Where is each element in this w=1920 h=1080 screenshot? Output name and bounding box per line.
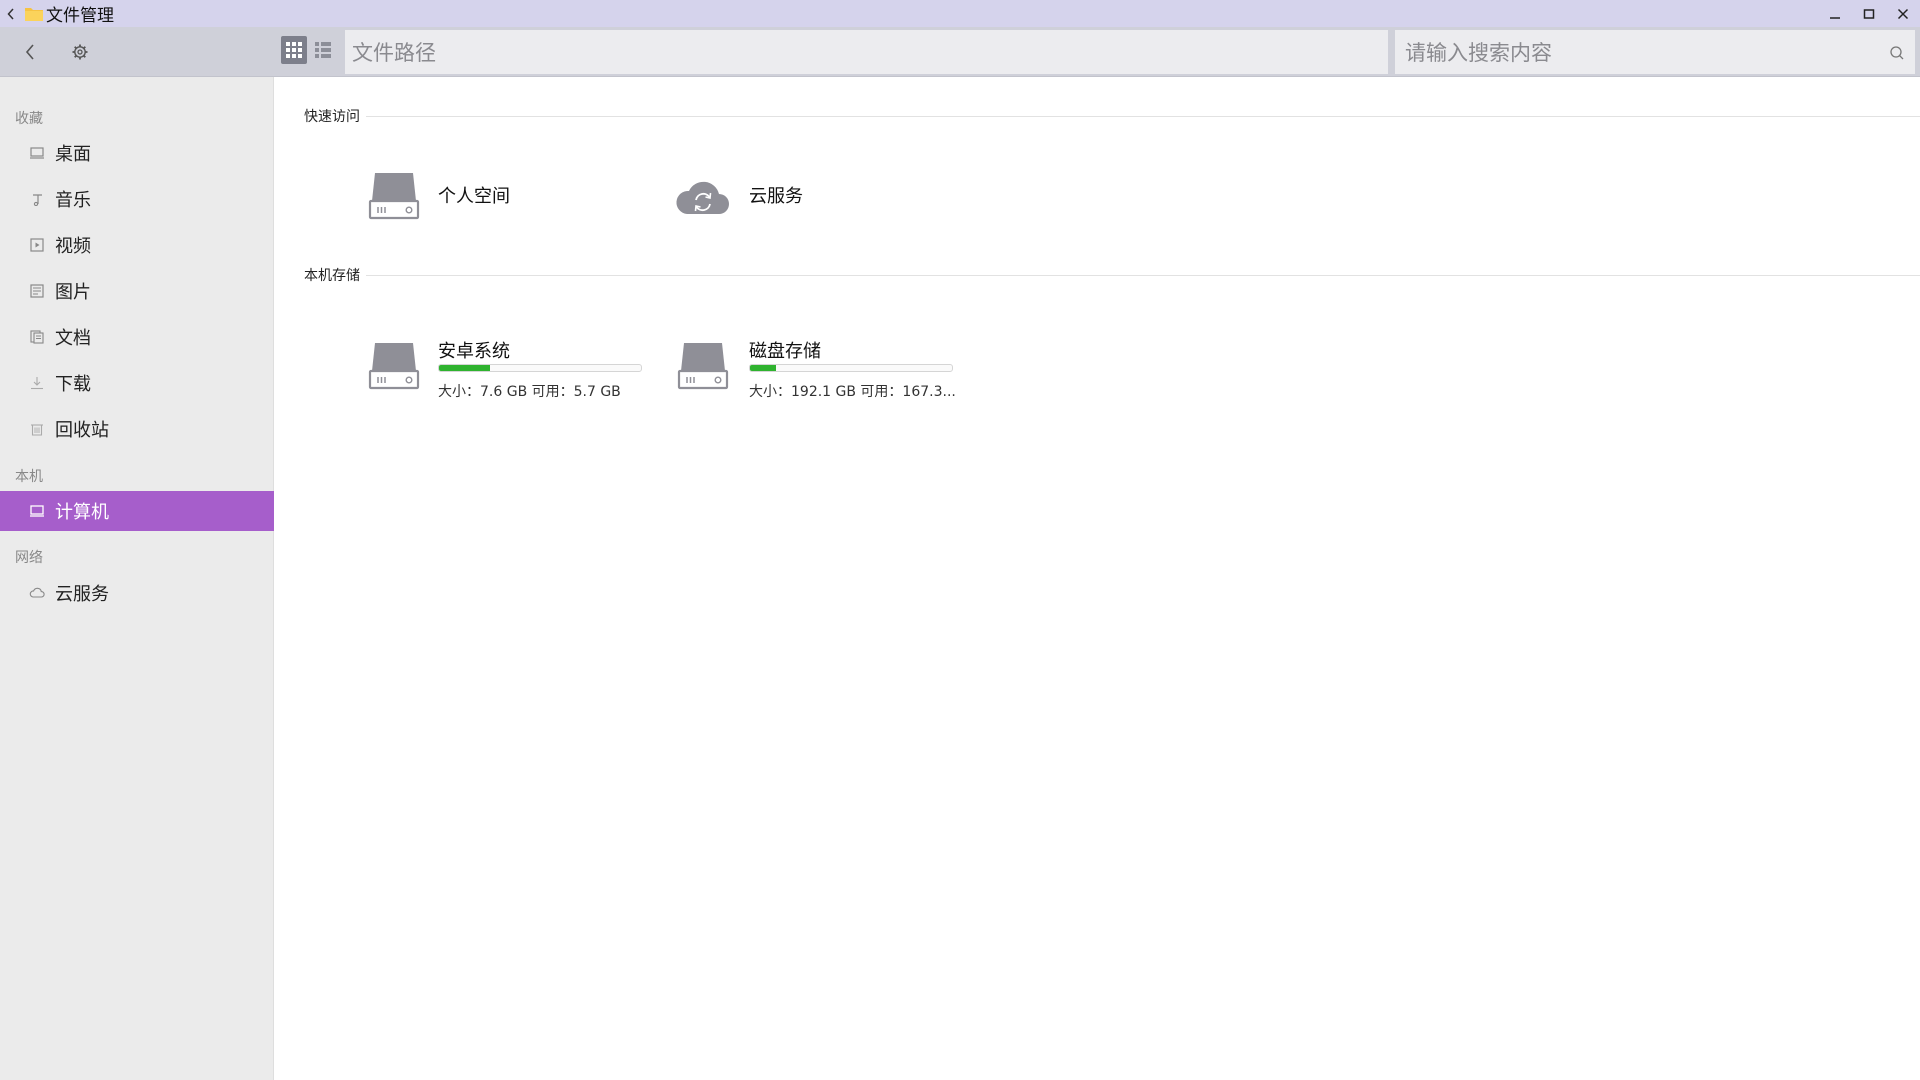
path-placeholder: 文件路径 (352, 41, 436, 65)
storage-usage-bar (749, 364, 953, 372)
quick-access-header: 快速访问 (304, 106, 1920, 126)
grid-view-button[interactable] (281, 36, 307, 64)
storage-item-android[interactable]: 安卓系统 大小：7.6 GB 可用：5.7 GB (366, 337, 666, 407)
sidebar-item-cloud[interactable]: 云服务 (0, 573, 274, 613)
sidebar-item-label: 文档 (55, 328, 91, 349)
storage-item-disk[interactable]: 磁盘存储 大小：192.1 GB 可用：167.3... (675, 337, 975, 407)
toolbar: 文件路径 请输入搜索内容 (0, 27, 1920, 77)
trash-icon (28, 420, 46, 438)
video-icon (28, 236, 46, 254)
search-placeholder: 请输入搜索内容 (1405, 41, 1552, 65)
close-button[interactable] (1886, 0, 1920, 27)
sidebar-item-label: 计算机 (55, 502, 109, 523)
list-view-button[interactable] (310, 36, 336, 64)
divider (366, 274, 1920, 276)
path-input[interactable]: 文件路径 (345, 30, 1388, 74)
storage-info: 大小：192.1 GB 可用：167.3... (749, 384, 956, 400)
local-storage-title: 本机存储 (304, 268, 360, 284)
drive-icon (675, 337, 731, 393)
storage-info: 大小：7.6 GB 可用：5.7 GB (438, 384, 621, 400)
sidebar-item-computer[interactable]: 计算机 (0, 491, 274, 531)
sidebar-item-label: 音乐 (55, 190, 91, 211)
title-bar: 文件管理 (0, 0, 1920, 27)
storage-item-label: 磁盘存储 (749, 341, 821, 362)
local-storage-header: 本机存储 (304, 265, 1920, 285)
sidebar-item-desktop[interactable]: 桌面 (0, 133, 274, 173)
download-icon (28, 374, 46, 392)
sidebar-item-music[interactable]: 音乐 (0, 179, 274, 219)
sidebar-item-trash[interactable]: 回收站 (0, 409, 274, 449)
section-local: 本机 (15, 469, 43, 485)
sidebar-item-label: 回收站 (55, 420, 109, 441)
picture-icon (28, 282, 46, 300)
quick-access-title: 快速访问 (304, 109, 360, 125)
maximize-button[interactable] (1852, 0, 1886, 27)
storage-item-label: 安卓系统 (438, 341, 510, 362)
quick-item-personal-space[interactable]: 个人空间 (366, 167, 646, 227)
search-input[interactable]: 请输入搜索内容 (1395, 30, 1915, 74)
back-icon[interactable] (15, 37, 45, 67)
sidebar-item-downloads[interactable]: 下载 (0, 363, 274, 403)
cloud-icon (28, 584, 46, 602)
list-icon (315, 42, 331, 58)
drive-icon (366, 337, 422, 393)
sidebar-item-documents[interactable]: 文档 (0, 317, 274, 357)
music-icon (28, 190, 46, 208)
title-back-icon[interactable] (0, 0, 22, 27)
app-title: 文件管理 (46, 6, 114, 26)
gear-icon[interactable] (65, 37, 95, 67)
divider (366, 115, 1920, 117)
section-favorites: 收藏 (15, 111, 43, 127)
main-panel: 快速访问 个人空间 云服务 本机存储 安卓系统 大小：7.6 GB 可用：5.7… (275, 77, 1920, 1080)
section-network: 网络 (15, 550, 43, 566)
computer-icon (28, 502, 46, 520)
storage-usage-bar (438, 364, 642, 372)
sidebar-item-video[interactable]: 视频 (0, 225, 274, 265)
quick-item-label: 云服务 (749, 186, 803, 207)
folder-icon (24, 5, 44, 22)
drive-icon (366, 167, 422, 223)
cloud-sync-icon (675, 167, 731, 223)
desktop-icon (28, 144, 46, 162)
quick-item-label: 个人空间 (438, 186, 510, 207)
sidebar-item-label: 桌面 (55, 144, 91, 165)
search-icon[interactable] (1889, 42, 1905, 66)
storage-usage-fill (439, 365, 490, 371)
document-icon (28, 328, 46, 346)
sidebar-item-label: 图片 (55, 282, 91, 303)
sidebar-item-label: 视频 (55, 236, 91, 257)
sidebar-item-label: 云服务 (55, 584, 109, 605)
grid-icon (286, 42, 302, 58)
quick-item-cloud-service[interactable]: 云服务 (675, 167, 955, 227)
sidebar-item-pictures[interactable]: 图片 (0, 271, 274, 311)
sidebar-item-label: 下载 (55, 374, 91, 395)
minimize-button[interactable] (1818, 0, 1852, 27)
sidebar: 收藏 桌面 音乐 视频 图片 文档 下载 回收站 本机 计算机 网络 云服务 (0, 77, 274, 1080)
storage-usage-fill (750, 365, 777, 371)
